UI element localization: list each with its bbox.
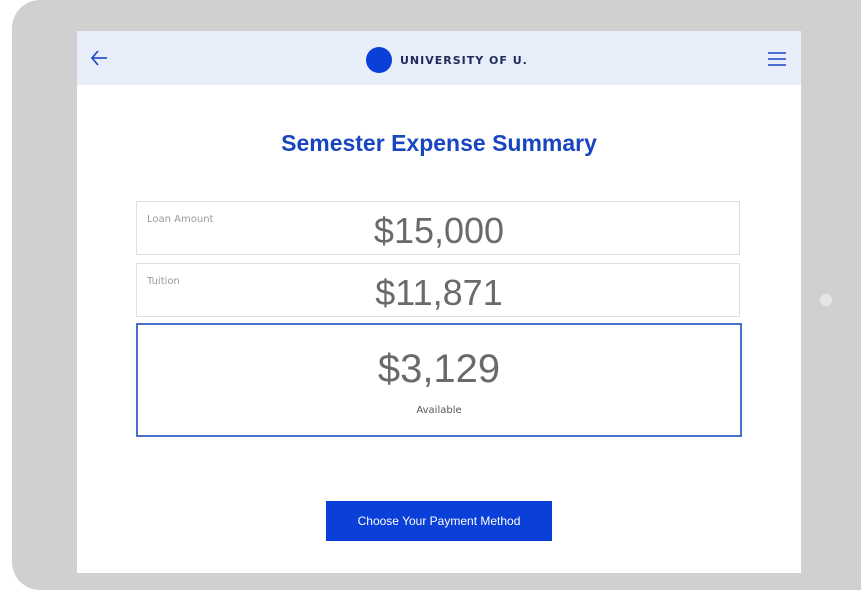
top-nav-bar: UNIVERSITY OF U. [77, 31, 801, 85]
hamburger-menu-icon[interactable] [767, 51, 787, 67]
available-balance-card: $3,129 Available [136, 323, 742, 437]
university-logo [366, 47, 392, 73]
arrow-left-icon[interactable] [89, 47, 109, 69]
brand[interactable]: UNIVERSITY OF U. [366, 47, 528, 73]
page-title: Semester Expense Summary [281, 130, 597, 156]
loan-amount-card: Loan Amount $15,000 [136, 201, 740, 255]
app-screen: UNIVERSITY OF U. Semester Expense Summar… [77, 31, 801, 573]
available-value: $3,129 [377, 347, 501, 391]
available-label: Available [416, 405, 462, 416]
brand-name: UNIVERSITY OF U. [400, 53, 528, 67]
choose-payment-method-button[interactable]: Choose Your Payment Method [326, 501, 552, 541]
tuition-value: $11,871 [375, 272, 503, 313]
tuition-card: Tuition $11,871 [136, 263, 740, 317]
loan-amount-value: $15,000 [373, 210, 505, 251]
tablet-home-button [820, 294, 832, 306]
